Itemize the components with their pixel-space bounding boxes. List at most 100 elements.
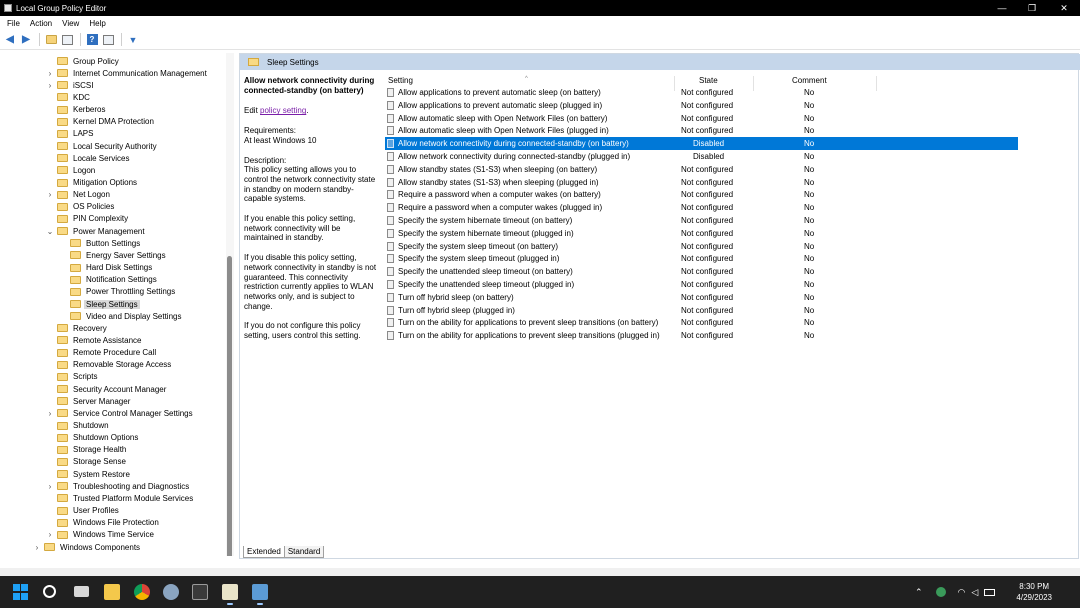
expand-chevron-icon[interactable]: ›: [46, 530, 54, 539]
setting-row[interactable]: Specify the system sleep timeout (on bat…: [385, 240, 1018, 253]
policy-setting-link[interactable]: policy setting: [260, 106, 306, 115]
tree-item[interactable]: Remote Procedure Call: [46, 347, 158, 359]
file-explorer-icon[interactable]: [104, 584, 120, 600]
setting-row[interactable]: Require a password when a computer wakes…: [385, 188, 1018, 201]
menu-view[interactable]: View: [57, 19, 84, 28]
setting-row[interactable]: Allow standby states (S1-S3) when sleepi…: [385, 176, 1018, 189]
tree-item[interactable]: Local Security Authority: [46, 140, 159, 152]
tree-item[interactable]: Shutdown: [46, 420, 111, 432]
system-clock[interactable]: 8:30 PM 4/29/2023: [1016, 581, 1052, 603]
tree-item[interactable]: Logon: [46, 164, 97, 176]
tree-item[interactable]: › Service Control Manager Settings: [46, 407, 195, 419]
expanded-chevron-icon[interactable]: ⌄: [46, 227, 54, 236]
tab-extended[interactable]: Extended: [243, 546, 285, 558]
setting-row[interactable]: Specify the unattended sleep timeout (on…: [385, 265, 1018, 278]
tree-item[interactable]: Power Throttling Settings: [59, 286, 177, 298]
tree-item[interactable]: Video and Display Settings: [59, 310, 183, 322]
setting-row[interactable]: Allow network connectivity during connec…: [385, 150, 1018, 163]
menu-action[interactable]: Action: [25, 19, 57, 28]
network-status-icon[interactable]: [935, 587, 946, 597]
tree-item[interactable]: Hard Disk Settings: [59, 262, 154, 274]
tree-item[interactable]: Security Account Manager: [46, 383, 168, 395]
tab-standard[interactable]: Standard: [284, 546, 325, 558]
setting-row[interactable]: Allow applications to prevent automatic …: [385, 86, 1018, 99]
tree-item[interactable]: PIN Complexity: [46, 213, 130, 225]
help-icon[interactable]: ?: [85, 33, 99, 47]
chevron-up-icon[interactable]: ⌃: [915, 587, 923, 598]
tree-item[interactable]: Shutdown Options: [46, 432, 140, 444]
tree-item[interactable]: Sleep Settings: [59, 298, 140, 310]
chrome-icon[interactable]: [134, 584, 150, 600]
tree-item[interactable]: › Net Logon: [46, 189, 112, 201]
column-state[interactable]: State: [699, 76, 718, 85]
battery-icon[interactable]: [984, 588, 996, 596]
menu-file[interactable]: File: [0, 19, 25, 28]
expand-chevron-icon[interactable]: ›: [46, 69, 54, 78]
expand-chevron-icon[interactable]: ›: [46, 81, 54, 90]
settings-icon[interactable]: [163, 584, 179, 600]
setting-row[interactable]: Specify the system hibernate timeout (pl…: [385, 227, 1018, 240]
tree-item[interactable]: › Internet Communication Management: [46, 67, 209, 79]
expand-chevron-icon[interactable]: ›: [46, 409, 54, 418]
setting-row[interactable]: Allow network connectivity during connec…: [385, 137, 1018, 150]
notepad-icon[interactable]: [222, 584, 238, 605]
setting-row[interactable]: Turn on the ability for applications to …: [385, 329, 1018, 342]
group-policy-editor-icon[interactable]: [252, 584, 268, 605]
maximize-button[interactable]: ❐: [1017, 0, 1047, 16]
tree-item[interactable]: Trusted Platform Module Services: [46, 492, 195, 504]
tree-scrollbar[interactable]: [226, 53, 234, 564]
setting-row[interactable]: Specify the system hibernate timeout (on…: [385, 214, 1018, 227]
setting-row[interactable]: Require a password when a computer wakes…: [385, 201, 1018, 214]
column-comment[interactable]: Comment: [792, 76, 827, 85]
setting-row[interactable]: Allow standby states (S1-S3) when sleepi…: [385, 163, 1018, 176]
navigation-tree[interactable]: Group Policy › Internet Communication Mana…: [2, 53, 236, 556]
tree-item[interactable]: User Profiles: [46, 505, 121, 517]
task-view-icon[interactable]: [74, 586, 89, 597]
setting-row[interactable]: Specify the unattended sleep timeout (pl…: [385, 278, 1018, 291]
setting-row[interactable]: Allow applications to prevent automatic …: [385, 99, 1018, 112]
filter-icon[interactable]: ▼: [126, 33, 140, 47]
menu-help[interactable]: Help: [84, 19, 110, 28]
tree-item[interactable]: Remote Assistance: [46, 334, 143, 346]
tree-item[interactable]: Server Manager: [46, 395, 132, 407]
tree-item[interactable]: Removable Storage Access: [46, 359, 173, 371]
expand-chevron-icon[interactable]: ›: [46, 482, 54, 491]
column-setting[interactable]: Setting: [388, 76, 413, 85]
tree-item[interactable]: Windows File Protection: [46, 517, 161, 529]
close-button[interactable]: ✕: [1049, 0, 1079, 16]
tree-item[interactable]: › Windows Time Service: [46, 529, 156, 541]
tree-item[interactable]: OS Policies: [46, 201, 116, 213]
tree-item[interactable]: Locale Services: [46, 152, 131, 164]
tree-item[interactable]: Notification Settings: [59, 274, 159, 286]
tree-item[interactable]: Storage Sense: [46, 456, 128, 468]
tree-item[interactable]: Storage Health: [46, 444, 128, 456]
tree-item[interactable]: › Windows Components: [33, 541, 142, 553]
tree-item[interactable]: › iSCSI: [46, 79, 95, 91]
expand-chevron-icon[interactable]: ›: [33, 543, 41, 552]
setting-row[interactable]: Specify the system sleep timeout (plugge…: [385, 252, 1018, 265]
expand-chevron-icon[interactable]: ›: [46, 190, 54, 199]
search-icon[interactable]: [43, 585, 56, 598]
tree-item[interactable]: System Restore: [46, 468, 132, 480]
volume-icon[interactable]: ◁: [971, 587, 978, 598]
properties-icon[interactable]: [101, 33, 115, 47]
setting-row[interactable]: Allow automatic sleep with Open Network …: [385, 112, 1018, 125]
tree-item[interactable]: Group Policy: [46, 55, 121, 67]
setting-row[interactable]: Turn on the ability for applications to …: [385, 316, 1018, 329]
tree-item[interactable]: Kerberos: [46, 104, 107, 116]
tree-item[interactable]: KDC: [46, 91, 92, 103]
tree-item[interactable]: Kernel DMA Protection: [46, 116, 156, 128]
tree-item[interactable]: LAPS: [46, 128, 95, 140]
setting-row[interactable]: Turn off hybrid sleep (on battery) Not co…: [385, 291, 1018, 304]
back-arrow-icon[interactable]: ◀: [3, 33, 17, 47]
tree-item[interactable]: Mitigation Options: [46, 177, 139, 189]
wifi-icon[interactable]: ◠: [958, 587, 966, 598]
minimize-button[interactable]: —: [987, 0, 1017, 16]
up-folder-icon[interactable]: [44, 33, 58, 47]
terminal-icon[interactable]: [192, 584, 208, 600]
setting-row[interactable]: Turn off hybrid sleep (plugged in) Not co…: [385, 304, 1018, 317]
show-hide-tree-icon[interactable]: [60, 33, 74, 47]
tree-item[interactable]: Recovery: [46, 322, 109, 334]
tree-scrollbar-thumb[interactable]: [227, 256, 232, 564]
tree-item[interactable]: › Troubleshooting and Diagnostics: [46, 480, 191, 492]
